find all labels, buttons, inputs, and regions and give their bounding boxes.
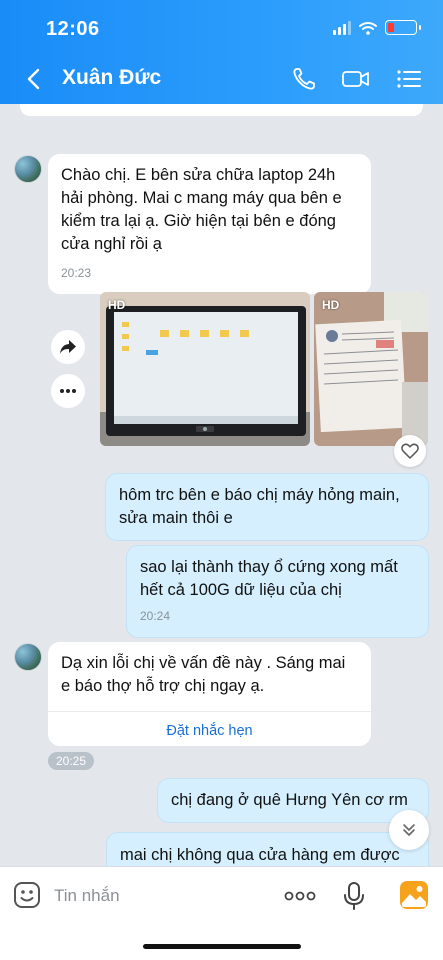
message-text: hôm trc bên e báo chị máy hỏng main, sửa… (119, 486, 400, 527)
microphone-icon (344, 882, 364, 910)
more-actions-button[interactable] (284, 889, 316, 907)
chevron-left-icon (27, 68, 40, 90)
laptop-photo-image (100, 292, 310, 446)
top-bar: 12:06 Xuân Đức (0, 0, 443, 104)
message-time: 20:23 (61, 266, 92, 280)
sticker-button[interactable] (13, 881, 41, 914)
contact-avatar[interactable] (14, 155, 42, 183)
more-dots-icon (284, 891, 316, 901)
photo-receipt[interactable]: HD (314, 292, 428, 446)
set-reminder-link[interactable]: Đặt nhắc hẹn (48, 720, 371, 743)
message-input-placeholder: Tin nhắn (54, 886, 120, 905)
video-camera-icon (342, 71, 369, 87)
more-options-button[interactable] (51, 374, 85, 408)
back-button[interactable] (20, 64, 46, 94)
voice-call-button[interactable] (288, 64, 320, 94)
hd-badge: HD (108, 298, 126, 312)
home-indicator (143, 944, 301, 949)
menu-button[interactable] (393, 64, 425, 94)
share-arrow-icon (60, 340, 76, 354)
image-icon (400, 881, 428, 909)
contact-name[interactable]: Xuân Đức (62, 66, 161, 90)
emoji-icon (14, 882, 40, 908)
hd-badge: HD (322, 298, 340, 312)
message-text: chị đang ở quê Hưng Yên cơ rm (171, 791, 408, 809)
incoming-message[interactable]: Chào chị. E bên sửa chữa laptop 24h hải … (48, 154, 371, 294)
react-button[interactable] (394, 435, 426, 467)
message-text: mai chị không qua cửa hàng em được (120, 846, 400, 864)
message-strip (20, 104, 423, 116)
status-time: 12:06 (46, 18, 100, 40)
more-dots-icon (60, 389, 76, 393)
phone-icon (293, 68, 315, 90)
chat-area[interactable]: Chào chị. E bên sửa chữa laptop 24h hải … (0, 104, 443, 866)
video-call-button[interactable] (340, 64, 372, 94)
time-pill: 20:25 (48, 752, 95, 770)
gallery-button[interactable] (399, 880, 429, 915)
message-time: 20:24 (140, 609, 171, 623)
message-text: Chào chị. E bên sửa chữa laptop 24h hải … (61, 166, 342, 253)
list-menu-icon (397, 70, 421, 88)
contact-avatar[interactable] (14, 643, 42, 671)
heart-icon (401, 443, 419, 459)
scroll-to-bottom-button[interactable] (389, 810, 429, 850)
receipt-photo-image (314, 292, 428, 446)
message-input[interactable]: Tin nhắn (54, 886, 120, 906)
battery-icon (385, 20, 421, 35)
message-text: sao lại thành thay ổ cứng xong mất hết c… (140, 558, 398, 599)
message-text: Dạ xin lỗi chị về vấn đề này . Sáng mai … (61, 654, 346, 695)
reminder-divider (48, 711, 371, 712)
outgoing-message[interactable]: hôm trc bên e báo chị máy hỏng main, sửa… (105, 473, 429, 541)
forward-button[interactable] (51, 330, 85, 364)
status-icons (333, 20, 421, 35)
photo-laptop[interactable]: HD (100, 292, 310, 446)
outgoing-message[interactable]: sao lại thành thay ổ cứng xong mất hết c… (126, 545, 429, 638)
signal-icon (333, 20, 351, 35)
incoming-message[interactable]: Dạ xin lỗi chị về vấn đề này . Sáng mai … (48, 642, 371, 746)
outgoing-message[interactable]: chị đang ở quê Hưng Yên cơ rm (157, 778, 429, 823)
voice-record-button[interactable] (343, 881, 365, 916)
wifi-icon (359, 21, 377, 35)
double-chevron-down-icon (403, 824, 415, 836)
outgoing-message[interactable]: mai chị không qua cửa hàng em được (106, 832, 429, 866)
